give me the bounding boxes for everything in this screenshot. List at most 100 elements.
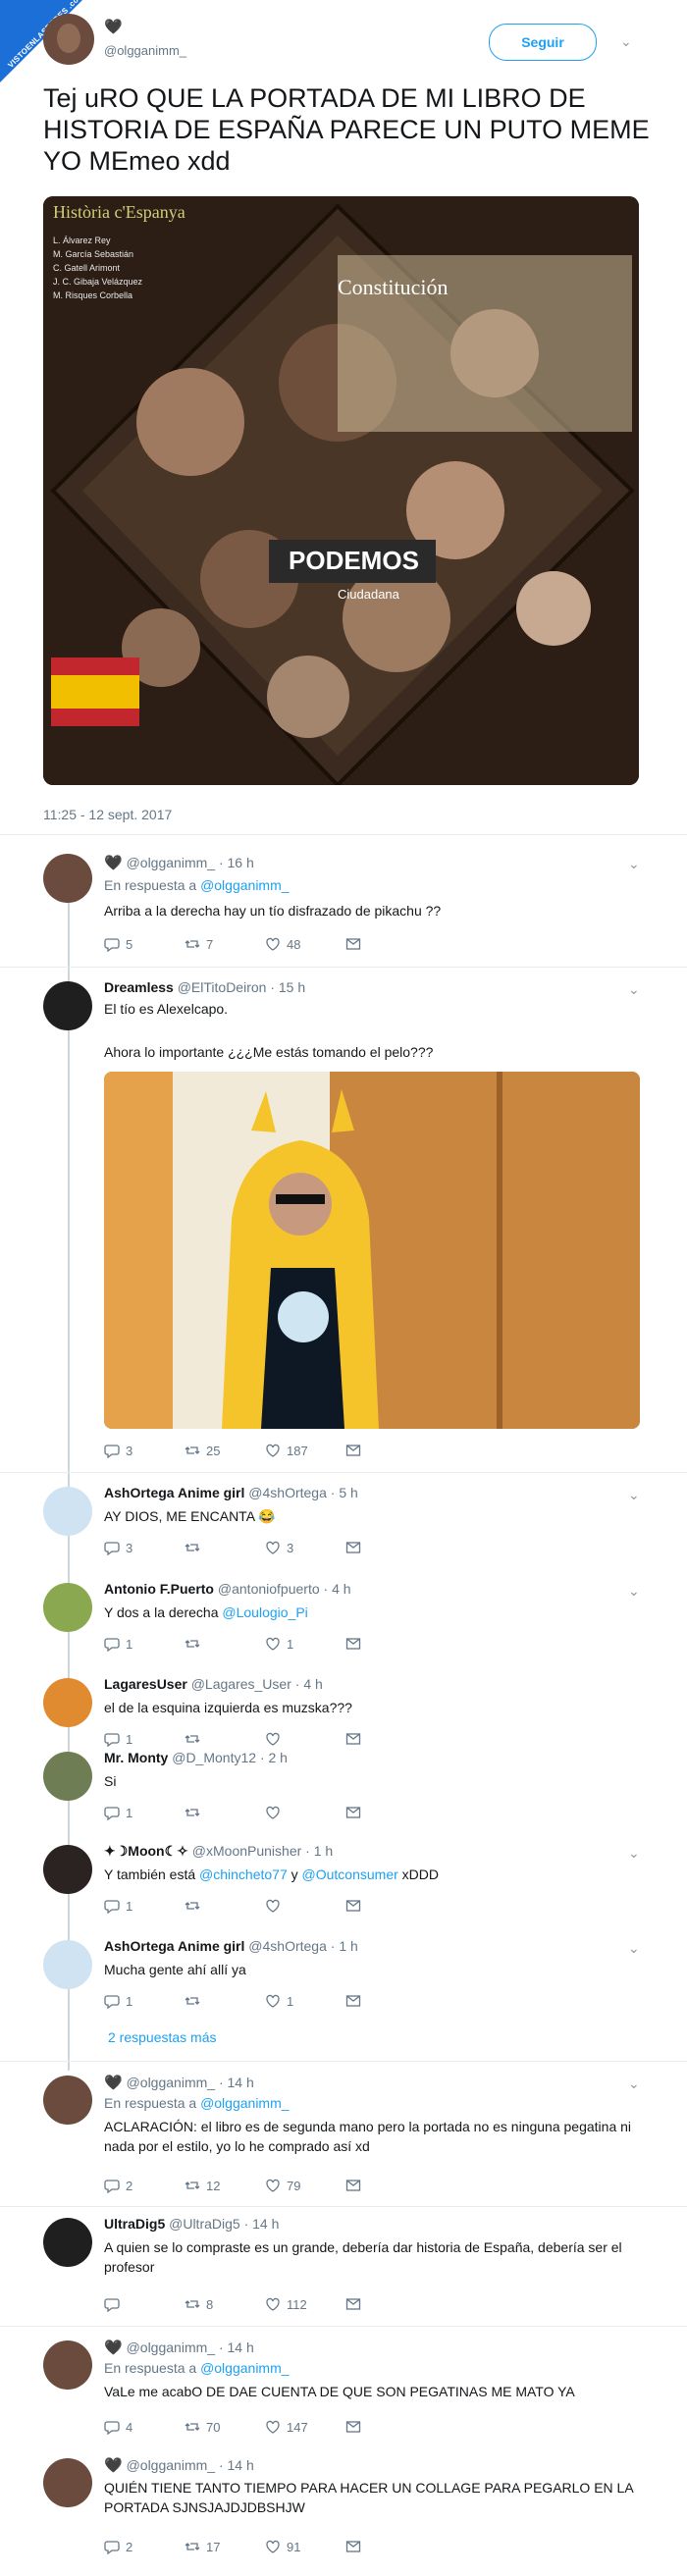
reply-mention[interactable]: @Loulogio_Pi	[222, 1604, 307, 1620]
reply-button[interactable]: 2	[104, 2178, 185, 2193]
like-button[interactable]: 3	[265, 1540, 345, 1555]
reply-button[interactable]: 4	[104, 2419, 185, 2435]
avatar[interactable]	[43, 1845, 92, 1894]
retweet-button[interactable]	[185, 1805, 265, 1820]
retweet-button[interactable]	[185, 1636, 265, 1652]
chevron-down-icon[interactable]: ⌄	[628, 981, 640, 998]
reply-time[interactable]: · 15 h	[270, 979, 305, 995]
chevron-down-icon[interactable]: ⌄	[628, 2076, 640, 2092]
reply-time[interactable]: · 5 h	[331, 1485, 358, 1500]
reply-button[interactable]: 1	[104, 1805, 185, 1820]
like-button[interactable]	[265, 1898, 345, 1914]
retweet-button[interactable]: 17	[185, 2539, 265, 2554]
reply-handle[interactable]: @olgganimm_	[127, 2339, 215, 2355]
dm-button[interactable]	[345, 2178, 426, 2193]
dm-button[interactable]	[345, 1898, 426, 1914]
reply-name[interactable]: AshOrtega Anime girl	[104, 1938, 244, 1954]
chevron-down-icon[interactable]: ⌄	[628, 856, 640, 872]
reply-handle[interactable]: @xMoonPunisher	[192, 1843, 302, 1859]
like-button[interactable]: 1	[265, 1636, 345, 1652]
reply-handle[interactable]: @olgganimm_	[127, 2457, 215, 2473]
like-button[interactable]: 91	[265, 2539, 345, 2554]
reply-button[interactable]: 3	[104, 1540, 185, 1555]
reply-name[interactable]: LagaresUser	[104, 1676, 187, 1692]
chevron-down-icon[interactable]: ⌄	[628, 1487, 640, 1503]
avatar[interactable]	[43, 2458, 92, 2507]
reply-name[interactable]: Dreamless	[104, 979, 174, 995]
retweet-button[interactable]: 70	[185, 2419, 265, 2435]
reply-button[interactable]: 5	[104, 936, 185, 952]
reply-handle[interactable]: @4shOrtega	[248, 1938, 327, 1954]
retweet-button[interactable]: 7	[185, 936, 265, 952]
reply-button[interactable]: 3	[104, 1443, 185, 1458]
reply-handle[interactable]: @Lagares_User	[191, 1676, 291, 1692]
like-button[interactable]: 112	[265, 2296, 345, 2312]
more-replies-link[interactable]: 2 respuestas más	[108, 2029, 217, 2045]
dm-button[interactable]	[345, 1540, 426, 1555]
reply-in-to[interactable]: @olgganimm_	[200, 877, 289, 893]
dm-button[interactable]	[345, 936, 426, 952]
retweet-button[interactable]	[185, 1898, 265, 1914]
reply-time[interactable]: · 1 h	[331, 1938, 358, 1954]
reply-time[interactable]: · 4 h	[324, 1581, 351, 1597]
reply-in-to[interactable]: @olgganimm_	[200, 2360, 289, 2376]
reply-time[interactable]: · 2 h	[260, 1750, 288, 1765]
chevron-down-icon[interactable]: ⌄	[628, 1583, 640, 1600]
like-button[interactable]: 187	[265, 1443, 345, 1458]
book-cover-image[interactable]: PODEMOS Ciudadana Constitución Història …	[43, 196, 639, 785]
reply-handle[interactable]: @olgganimm_	[127, 2075, 215, 2090]
avatar[interactable]	[43, 1487, 92, 1536]
avatar[interactable]	[43, 2340, 92, 2390]
reply-handle[interactable]: @antoniofpuerto	[218, 1581, 320, 1597]
retweet-button[interactable]: 12	[185, 2178, 265, 2193]
like-button[interactable]: 79	[265, 2178, 345, 2193]
reply-name[interactable]: ✦☽Moon☾✧	[104, 1843, 188, 1859]
reply-time[interactable]: · 14 h	[219, 2075, 254, 2090]
avatar[interactable]	[43, 1940, 92, 1989]
avatar[interactable]	[43, 1752, 92, 1801]
chevron-down-icon[interactable]: ⌄	[620, 33, 632, 50]
reply-time[interactable]: · 16 h	[219, 855, 254, 870]
reply-handle[interactable]: @UltraDig5	[169, 2216, 240, 2232]
reply-handle[interactable]: @olgganimm_	[127, 855, 215, 870]
reply-time[interactable]: · 14 h	[219, 2339, 254, 2355]
dm-button[interactable]	[345, 2419, 426, 2435]
author-handle[interactable]: @olgganimm_	[104, 43, 186, 58]
reply-mention-2[interactable]: @Outconsumer	[302, 1866, 398, 1882]
like-button[interactable]: 48	[265, 936, 345, 952]
dm-button[interactable]	[345, 1805, 426, 1820]
follow-button[interactable]: Seguir	[489, 24, 597, 61]
avatar[interactable]	[43, 854, 92, 903]
like-button[interactable]	[265, 1805, 345, 1820]
avatar[interactable]	[43, 2218, 92, 2267]
like-button[interactable]: 1	[265, 1993, 345, 2009]
reply-time[interactable]: · 4 h	[295, 1676, 323, 1692]
reply-button[interactable]: 2	[104, 2539, 185, 2554]
reply-handle[interactable]: @4shOrtega	[248, 1485, 327, 1500]
reply-button[interactable]: 1	[104, 1993, 185, 2009]
avatar[interactable]	[43, 981, 92, 1030]
reply-name[interactable]: AshOrtega Anime girl	[104, 1485, 244, 1500]
reply-button[interactable]	[104, 2296, 185, 2312]
reply-name[interactable]: Mr. Monty	[104, 1750, 168, 1765]
pikachu-photo[interactable]	[104, 1072, 640, 1429]
avatar[interactable]	[43, 2076, 92, 2125]
avatar[interactable]	[43, 1678, 92, 1727]
retweet-button[interactable]	[185, 1993, 265, 2009]
dm-button[interactable]	[345, 1443, 426, 1458]
reply-time[interactable]: · 14 h	[244, 2216, 280, 2232]
dm-button[interactable]	[345, 2539, 426, 2554]
reply-name[interactable]: Antonio F.Puerto	[104, 1581, 214, 1597]
reply-in-to[interactable]: @olgganimm_	[200, 2095, 289, 2111]
chevron-down-icon[interactable]: ⌄	[628, 1845, 640, 1862]
dm-button[interactable]	[345, 1636, 426, 1652]
reply-button[interactable]: 1	[104, 1898, 185, 1914]
reply-mention-1[interactable]: @chincheto77	[199, 1866, 288, 1882]
retweet-button[interactable]: 8	[185, 2296, 265, 2312]
reply-handle[interactable]: @D_Monty12	[172, 1750, 256, 1765]
retweet-button[interactable]	[185, 1540, 265, 1555]
reply-handle[interactable]: @ElTitoDeiron	[178, 979, 267, 995]
like-button[interactable]: 147	[265, 2419, 345, 2435]
reply-time[interactable]: · 1 h	[305, 1843, 333, 1859]
chevron-down-icon[interactable]: ⌄	[628, 1940, 640, 1957]
